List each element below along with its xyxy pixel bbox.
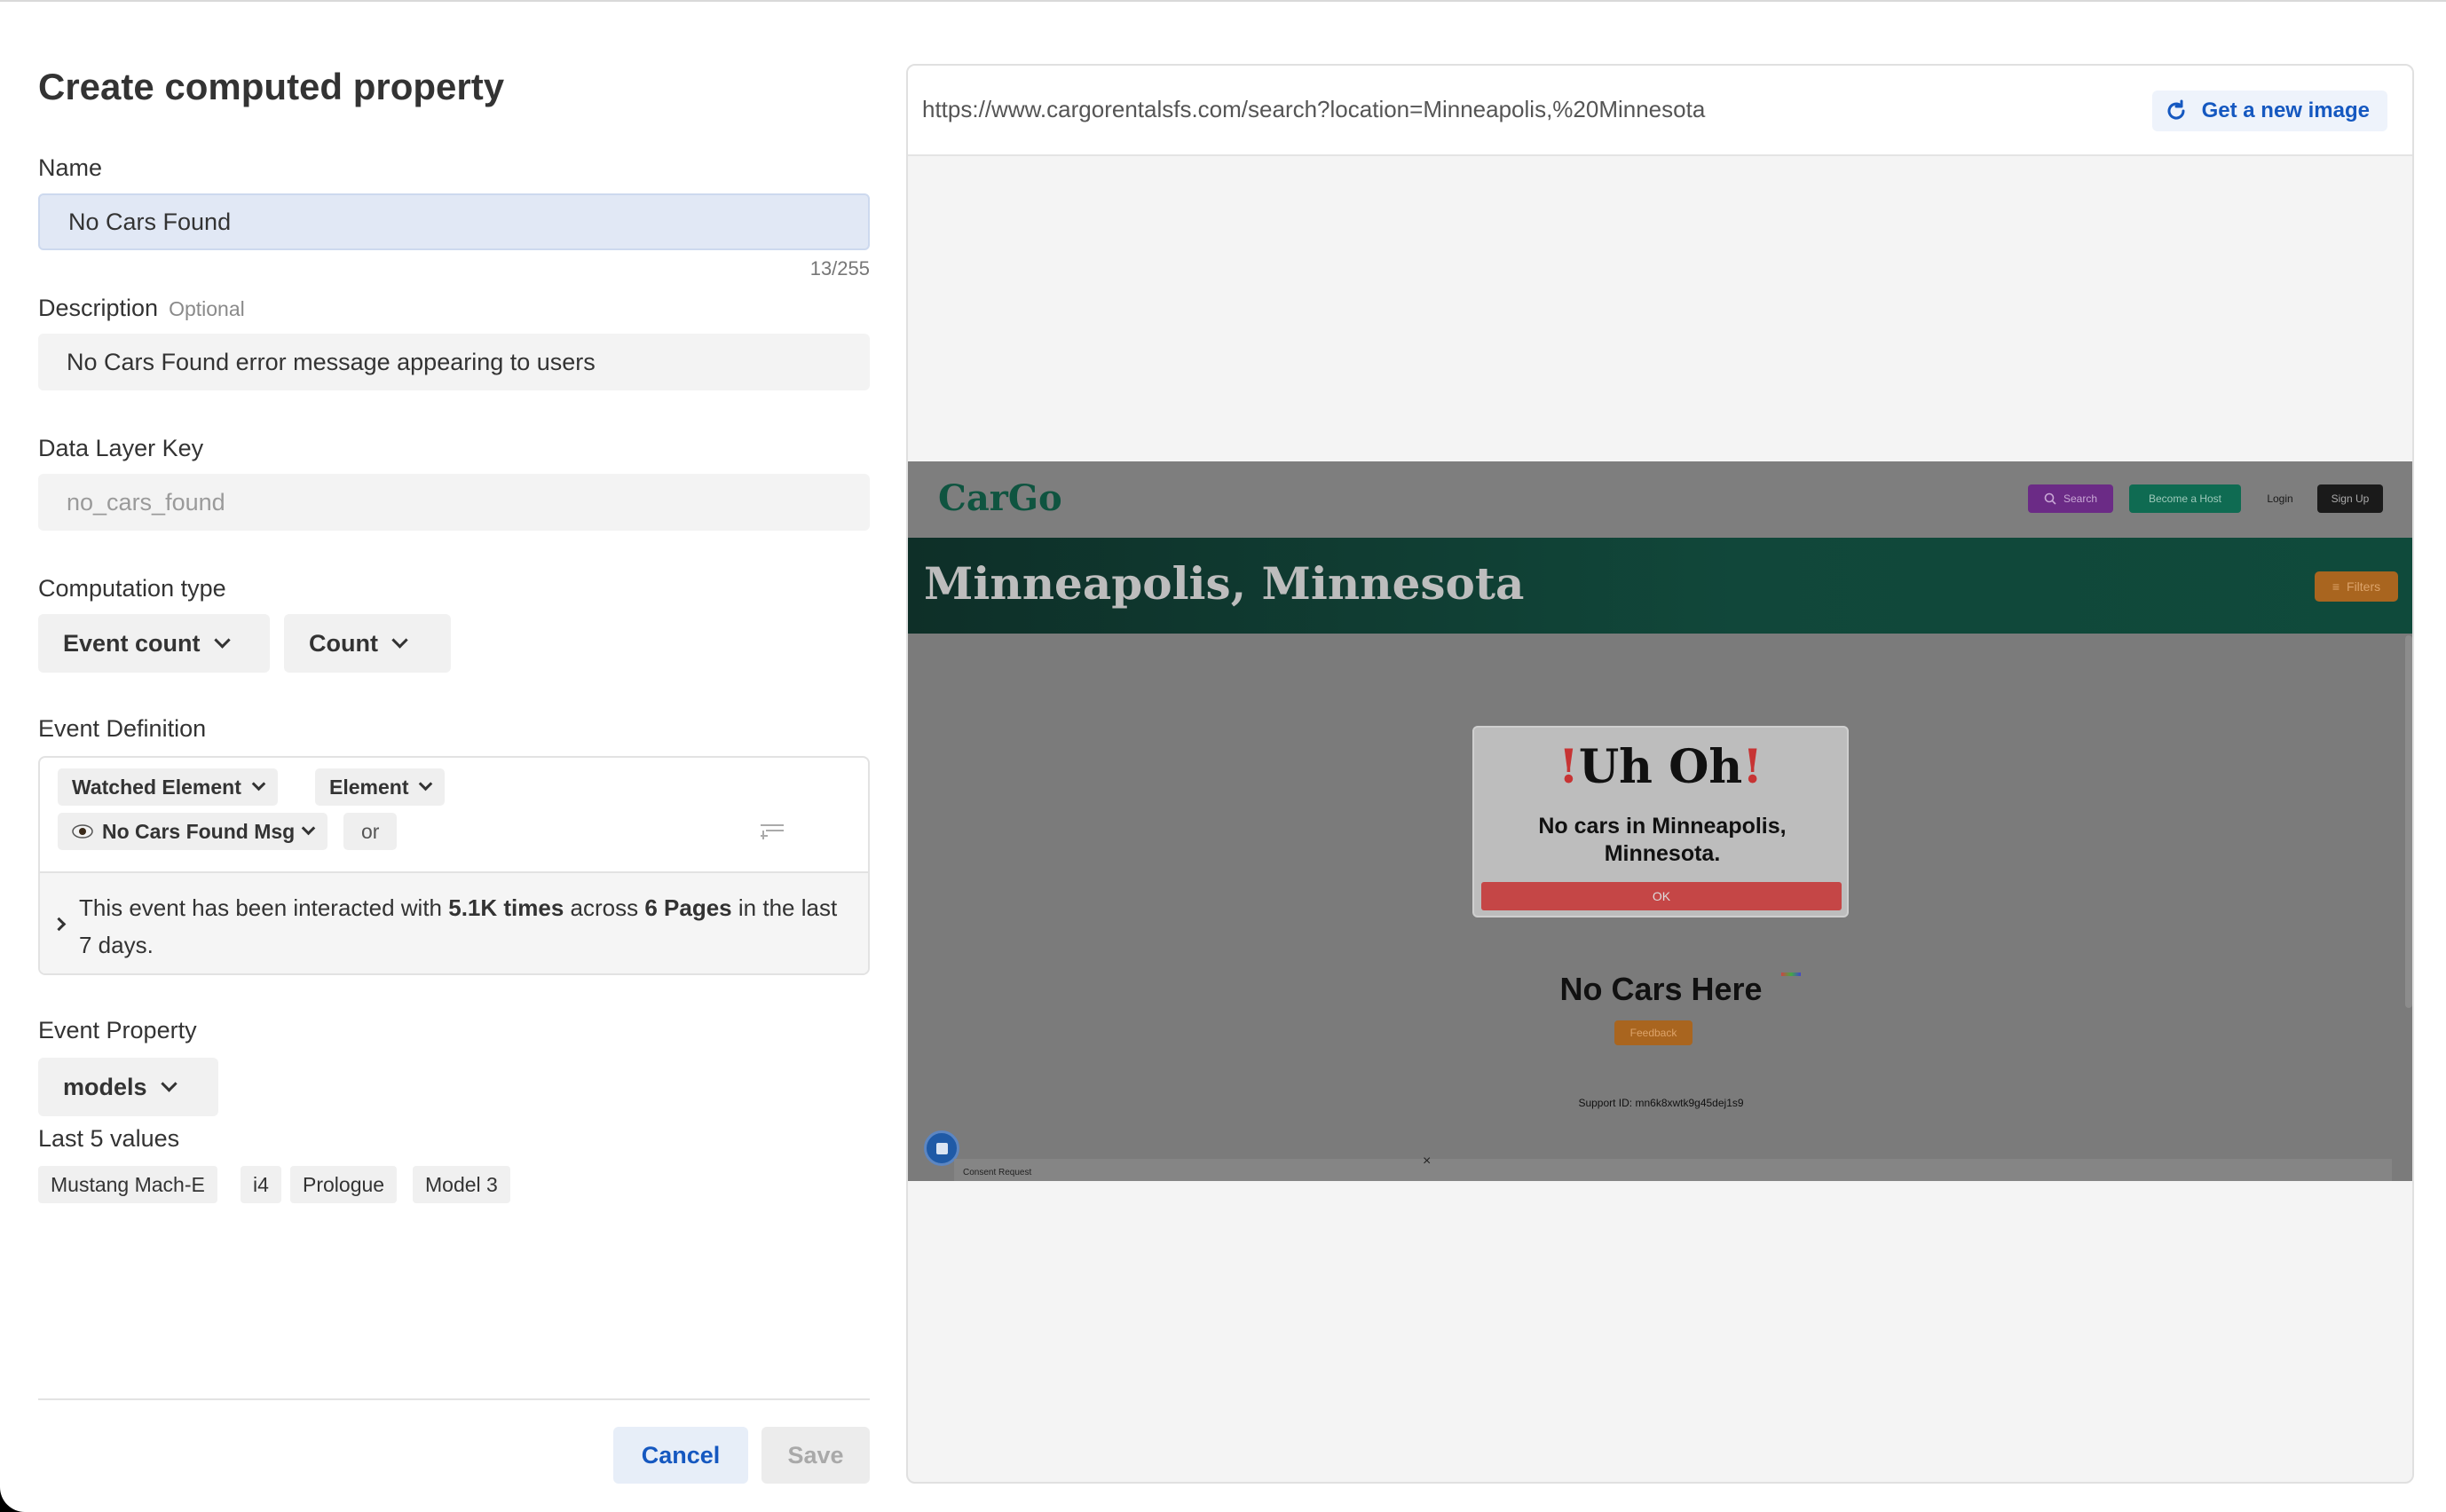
cancel-button[interactable]: Cancel <box>613 1427 748 1484</box>
site-host-button: Become a Host <box>2129 484 2241 513</box>
event-stats-panel[interactable]: This event has been interacted with 5.1K… <box>40 871 868 973</box>
site-support-id: Support ID: mn6k8xwtk9g45dej1s9 <box>1578 1097 1744 1109</box>
value-chip: Prologue <box>290 1166 398 1203</box>
dialog-title: Create computed property <box>38 66 505 107</box>
name-input[interactable]: No Cars Found <box>38 193 870 250</box>
chat-bubble-glyph <box>936 1143 948 1154</box>
computation-type-value: Event count <box>63 629 201 657</box>
event-stats-text: This event has been interacted with 5.1K… <box>79 889 842 964</box>
data-layer-key-label: Data Layer Key <box>38 435 204 461</box>
save-button[interactable]: Save <box>761 1427 870 1484</box>
value-chip: Model 3 <box>413 1166 510 1203</box>
description-input[interactable]: No Cars Found error message appearing to… <box>38 334 870 390</box>
element-kind-value: Element <box>329 775 409 799</box>
aggregation-dropdown[interactable]: Count <box>284 614 451 673</box>
modal-window: Create computed property Name No Cars Fo… <box>0 0 2446 1512</box>
get-new-image-label: Get a new image <box>2201 98 2370 122</box>
data-layer-key-input[interactable]: no_cars_found <box>38 474 870 531</box>
watched-element-dropdown[interactable]: No Cars Found Msg <box>58 813 328 850</box>
event-definition-label: Event Definition <box>38 715 207 742</box>
value-chip: Mustang Mach-E <box>38 1166 217 1203</box>
stats-pages: 6 Pages <box>644 894 732 921</box>
chevron-down-icon <box>301 821 316 836</box>
filter-remove-icon[interactable] <box>759 820 785 841</box>
filter-icon: ≡ <box>2332 579 2340 594</box>
site-error-message: No cars in Minneapolis, Minnesota. <box>1538 814 1787 866</box>
or-button[interactable]: or <box>343 813 398 850</box>
element-kind-dropdown[interactable]: Element <box>315 768 446 806</box>
site-consent-title: Consent Request <box>963 1168 1032 1177</box>
stats-times: 5.1K times <box>448 894 564 921</box>
chevron-right-icon[interactable] <box>51 917 67 932</box>
footer-divider <box>38 1398 870 1400</box>
preview-url: https://www.cargorentalsfs.com/search?lo… <box>922 96 1706 122</box>
get-new-image-button[interactable]: Get a new image <box>2151 91 2387 131</box>
data-layer-key-placeholder: no_cars_found <box>67 488 225 516</box>
exclamation-icon: ! <box>1558 740 1579 794</box>
description-label-text: Description <box>38 295 159 321</box>
site-error-title: !Uh Oh! <box>1474 740 1847 794</box>
description-input-value: No Cars Found error message appearing to… <box>67 348 596 375</box>
site-city-title: Minneapolis, Minnesota <box>924 557 1525 610</box>
element-type-value: Watched Element <box>72 775 241 799</box>
chevron-down-icon <box>419 776 433 791</box>
name-label: Name <box>38 154 103 181</box>
event-property-label: Event Property <box>38 1017 197 1043</box>
name-input-value: No Cars Found <box>68 208 232 235</box>
search-icon <box>2044 492 2056 505</box>
site-hero-banner: Minneapolis, Minnesota ≡ Filters <box>908 538 2412 634</box>
event-definition-box: Watched Element Element No Cars Found Ms… <box>38 756 870 975</box>
stats-prefix: This event has been interacted with <box>79 894 449 921</box>
chevron-down-icon <box>160 1075 178 1092</box>
close-icon: × <box>1423 1154 1432 1169</box>
site-error-modal: !Uh Oh! No cars in Minneapolis, Minnesot… <box>1472 726 1849 917</box>
site-consent-banner: Consent Request × <box>954 1154 2392 1181</box>
exclamation-icon: ! <box>1742 740 1763 794</box>
optional-tag: Optional <box>169 297 245 320</box>
event-property-dropdown[interactable]: models <box>38 1058 218 1116</box>
page-screenshot: CarGo Search Become a Host Login Sign Up… <box>908 461 2412 1181</box>
site-search-label: Search <box>2063 492 2098 505</box>
site-no-cars-heading: No Cars Here <box>1559 971 1763 1007</box>
stats-middle: across <box>564 894 645 921</box>
site-ok-button: OK <box>1481 882 1842 910</box>
site-login-link: Login <box>2267 492 2293 505</box>
name-char-counter: 13/255 <box>809 257 870 280</box>
chevron-down-icon <box>213 632 231 649</box>
description-label: Description Optional <box>38 295 245 322</box>
site-error-title-text: Uh Oh <box>1578 740 1743 794</box>
eye-icon <box>72 824 93 839</box>
site-signup-button: Sign Up <box>2317 484 2383 513</box>
last-values-label: Last 5 values <box>38 1125 180 1152</box>
preview-panel: https://www.cargorentalsfs.com/search?lo… <box>906 64 2414 1484</box>
chevron-down-icon <box>251 776 266 791</box>
site-filters-label: Filters <box>2347 579 2381 594</box>
site-logo: CarGo <box>938 477 1062 519</box>
value-chip: i4 <box>241 1166 281 1203</box>
site-feedback-button: Feedback <box>1614 1020 1692 1045</box>
url-bar: https://www.cargorentalsfs.com/search?lo… <box>908 66 2412 156</box>
site-search-button: Search <box>2028 484 2113 513</box>
watched-element-value: No Cars Found Msg <box>102 819 296 843</box>
element-type-dropdown[interactable]: Watched Element <box>58 768 278 806</box>
computation-type-dropdown[interactable]: Event count <box>38 614 270 673</box>
site-scrollbar <box>2405 635 2412 1008</box>
refresh-icon <box>2167 99 2185 120</box>
color-bar-decoration <box>1781 973 1801 976</box>
aggregation-value: Count <box>309 629 378 657</box>
site-navbar: CarGo Search Become a Host Login Sign Up <box>908 461 2412 538</box>
event-property-value: models <box>63 1073 147 1100</box>
chevron-down-icon <box>391 632 408 649</box>
computation-type-label: Computation type <box>38 575 226 602</box>
site-filters-button: ≡ Filters <box>2315 571 2398 602</box>
